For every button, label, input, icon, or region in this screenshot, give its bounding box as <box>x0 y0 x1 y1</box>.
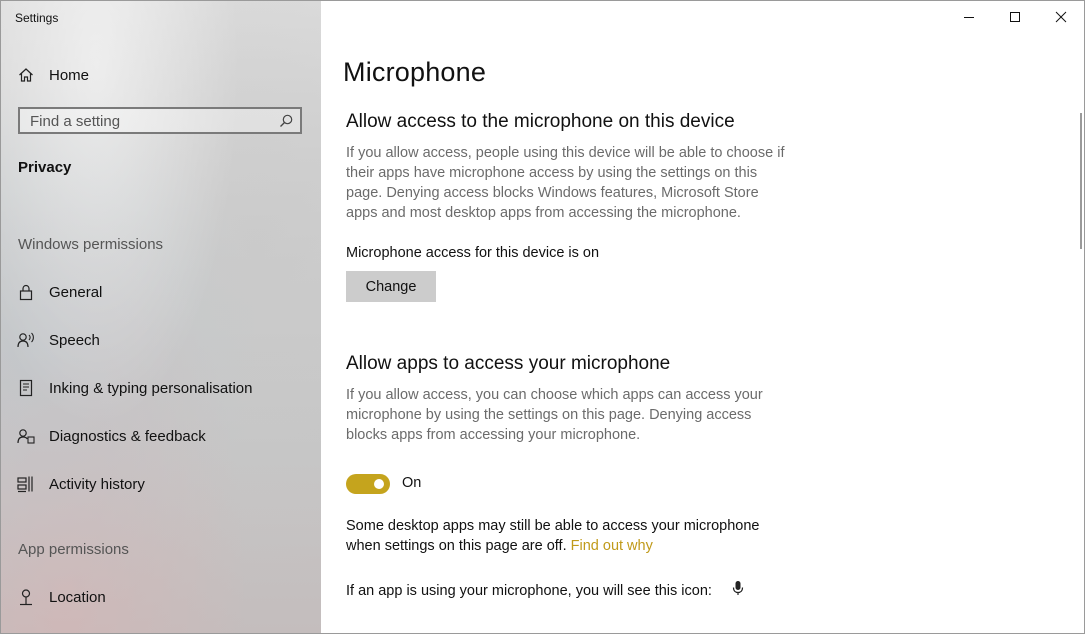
sidebar-item-diagnostics[interactable]: Diagnostics & feedback <box>1 416 321 456</box>
minimize-button[interactable] <box>946 1 992 33</box>
sidebar-item-label: General <box>49 283 103 301</box>
sidebar-item-label: Location <box>49 588 106 606</box>
speech-icon <box>17 331 35 349</box>
windows-permissions-header: Windows permissions <box>18 236 164 253</box>
microphone-icon <box>732 580 744 598</box>
lock-icon <box>17 283 35 301</box>
category-title: Privacy <box>18 159 72 176</box>
sidebar-item-speech[interactable]: Speech <box>1 320 321 360</box>
search-icon[interactable] <box>278 113 294 129</box>
location-icon <box>17 588 35 606</box>
diagnostics-icon <box>17 427 35 445</box>
activity-history-icon <box>17 475 35 493</box>
device-access-heading: Allow access to the microphone on this d… <box>346 111 735 132</box>
device-access-status: Microphone access for this device is on <box>346 245 600 261</box>
sidebar-item-label: Diagnostics & feedback <box>49 427 206 445</box>
apps-access-description: If you allow access, you can choose whic… <box>346 387 763 443</box>
settings-window: Settings Home Privacy Windows permission… <box>0 0 1085 634</box>
sidebar-item-inking-typing[interactable]: Inking & typing personalisation <box>1 368 321 408</box>
change-button[interactable]: Change <box>346 271 436 302</box>
sidebar-item-home[interactable]: Home <box>1 55 321 95</box>
sidebar-item-label: Home <box>49 66 90 84</box>
app-title: Settings <box>15 11 59 25</box>
maximize-icon <box>1009 11 1021 23</box>
sidebar: Settings Home Privacy Windows permission… <box>1 1 321 633</box>
desktop-apps-note: Some desktop apps may still be able to a… <box>346 516 786 556</box>
search-box[interactable] <box>18 107 302 134</box>
apps-access-toggle[interactable] <box>346 474 390 494</box>
toggle-knob <box>374 479 384 489</box>
app-permissions-header: App permissions <box>18 541 129 558</box>
close-icon <box>1055 11 1067 23</box>
search-input[interactable] <box>20 109 282 134</box>
main-content: Microphone Allow access to the microphon… <box>321 1 1084 633</box>
home-icon <box>17 66 35 84</box>
mic-icon-note-text: If an app is using your microphone, you … <box>346 583 712 599</box>
scrollbar[interactable] <box>1080 113 1082 249</box>
mic-icon-note: If an app is using your microphone, you … <box>346 581 712 601</box>
page-title: Microphone <box>343 57 487 87</box>
sidebar-item-location[interactable]: Location <box>1 577 321 617</box>
find-out-why-link[interactable]: Find out why <box>571 538 653 554</box>
sidebar-item-label: Inking & typing personalisation <box>49 379 253 397</box>
close-button[interactable] <box>1038 1 1084 33</box>
sidebar-item-label: Speech <box>49 331 100 349</box>
titlebar-controls <box>946 1 1084 33</box>
device-access-description: If you allow access, people using this d… <box>346 145 785 221</box>
sidebar-item-general[interactable]: General <box>1 272 321 312</box>
sidebar-item-activity-history[interactable]: Activity history <box>1 464 321 504</box>
minimize-icon <box>963 11 975 23</box>
sidebar-item-label: Activity history <box>49 475 145 493</box>
inking-icon <box>17 379 35 397</box>
apps-access-heading: Allow apps to access your microphone <box>346 353 671 374</box>
desktop-apps-note-text: Some desktop apps may still be able to a… <box>346 518 760 554</box>
toggle-state-label: On <box>402 475 422 491</box>
maximize-button[interactable] <box>992 1 1038 33</box>
